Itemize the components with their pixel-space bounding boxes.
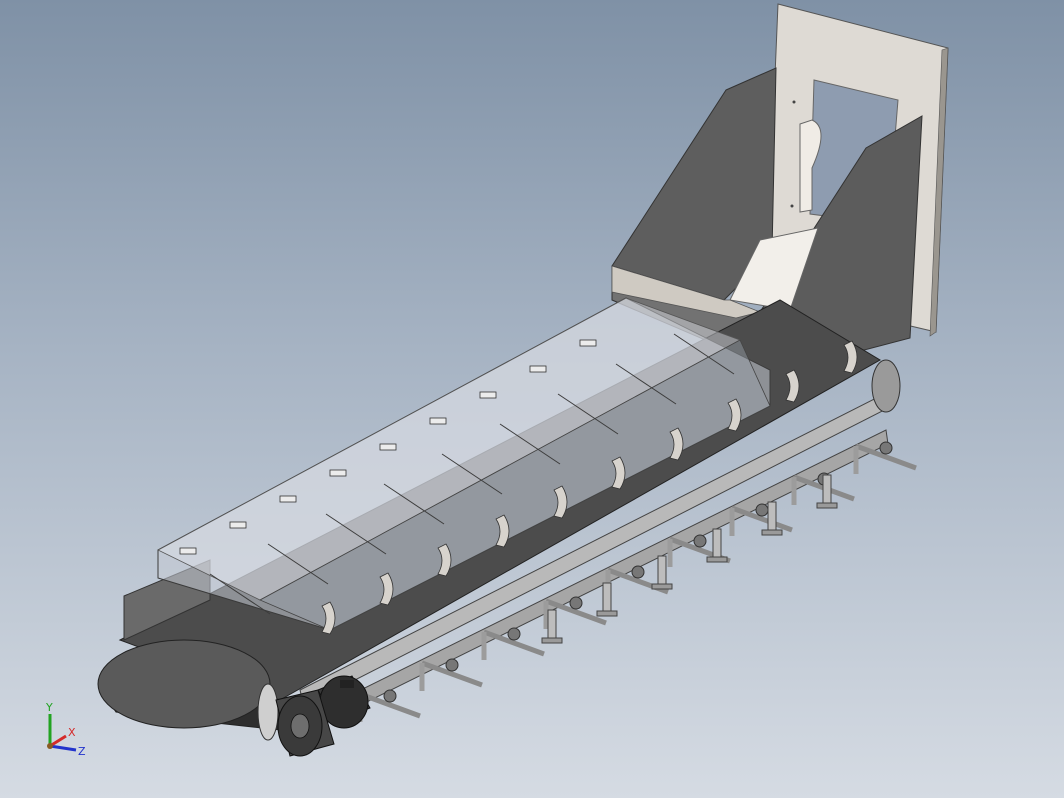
graphics-viewport[interactable]: Y X Z [0, 0, 1064, 798]
leg-foot [706, 556, 728, 563]
z-axis-label: Z [78, 745, 86, 758]
z-axis-icon [49, 744, 77, 752]
bearing-icon [507, 627, 521, 641]
support-leg [657, 555, 667, 585]
leg-foot [761, 529, 783, 536]
bearing-icon [879, 441, 893, 455]
cover-clip [579, 339, 597, 347]
conveyor-model[interactable] [0, 0, 1064, 798]
cover-clip [179, 547, 197, 555]
cover-clip [479, 391, 497, 399]
support-leg [602, 582, 612, 612]
bearing-icon [445, 658, 459, 672]
reference-triad: Y X Z [45, 701, 86, 758]
bearing-icon [693, 534, 707, 548]
bearing-icon [383, 689, 397, 703]
bearing-icon [569, 596, 583, 610]
x-axis-label: X [68, 726, 76, 739]
support-leg [822, 474, 832, 504]
cover-clip [229, 521, 247, 529]
leg-foot [816, 502, 838, 509]
leg-foot [651, 583, 673, 590]
cover-clip [429, 417, 447, 425]
y-axis-label: Y [45, 701, 53, 714]
bearing-icon [631, 565, 645, 579]
bearing-icon [755, 503, 769, 517]
leg-foot [596, 610, 618, 617]
cover-clip [529, 365, 547, 373]
support-leg [547, 609, 557, 639]
cover-clip [329, 469, 347, 477]
support-leg [712, 528, 722, 558]
leg-foot [541, 637, 563, 644]
support-leg [767, 501, 777, 531]
cover-clip [279, 495, 297, 503]
cover-clip [379, 443, 397, 451]
